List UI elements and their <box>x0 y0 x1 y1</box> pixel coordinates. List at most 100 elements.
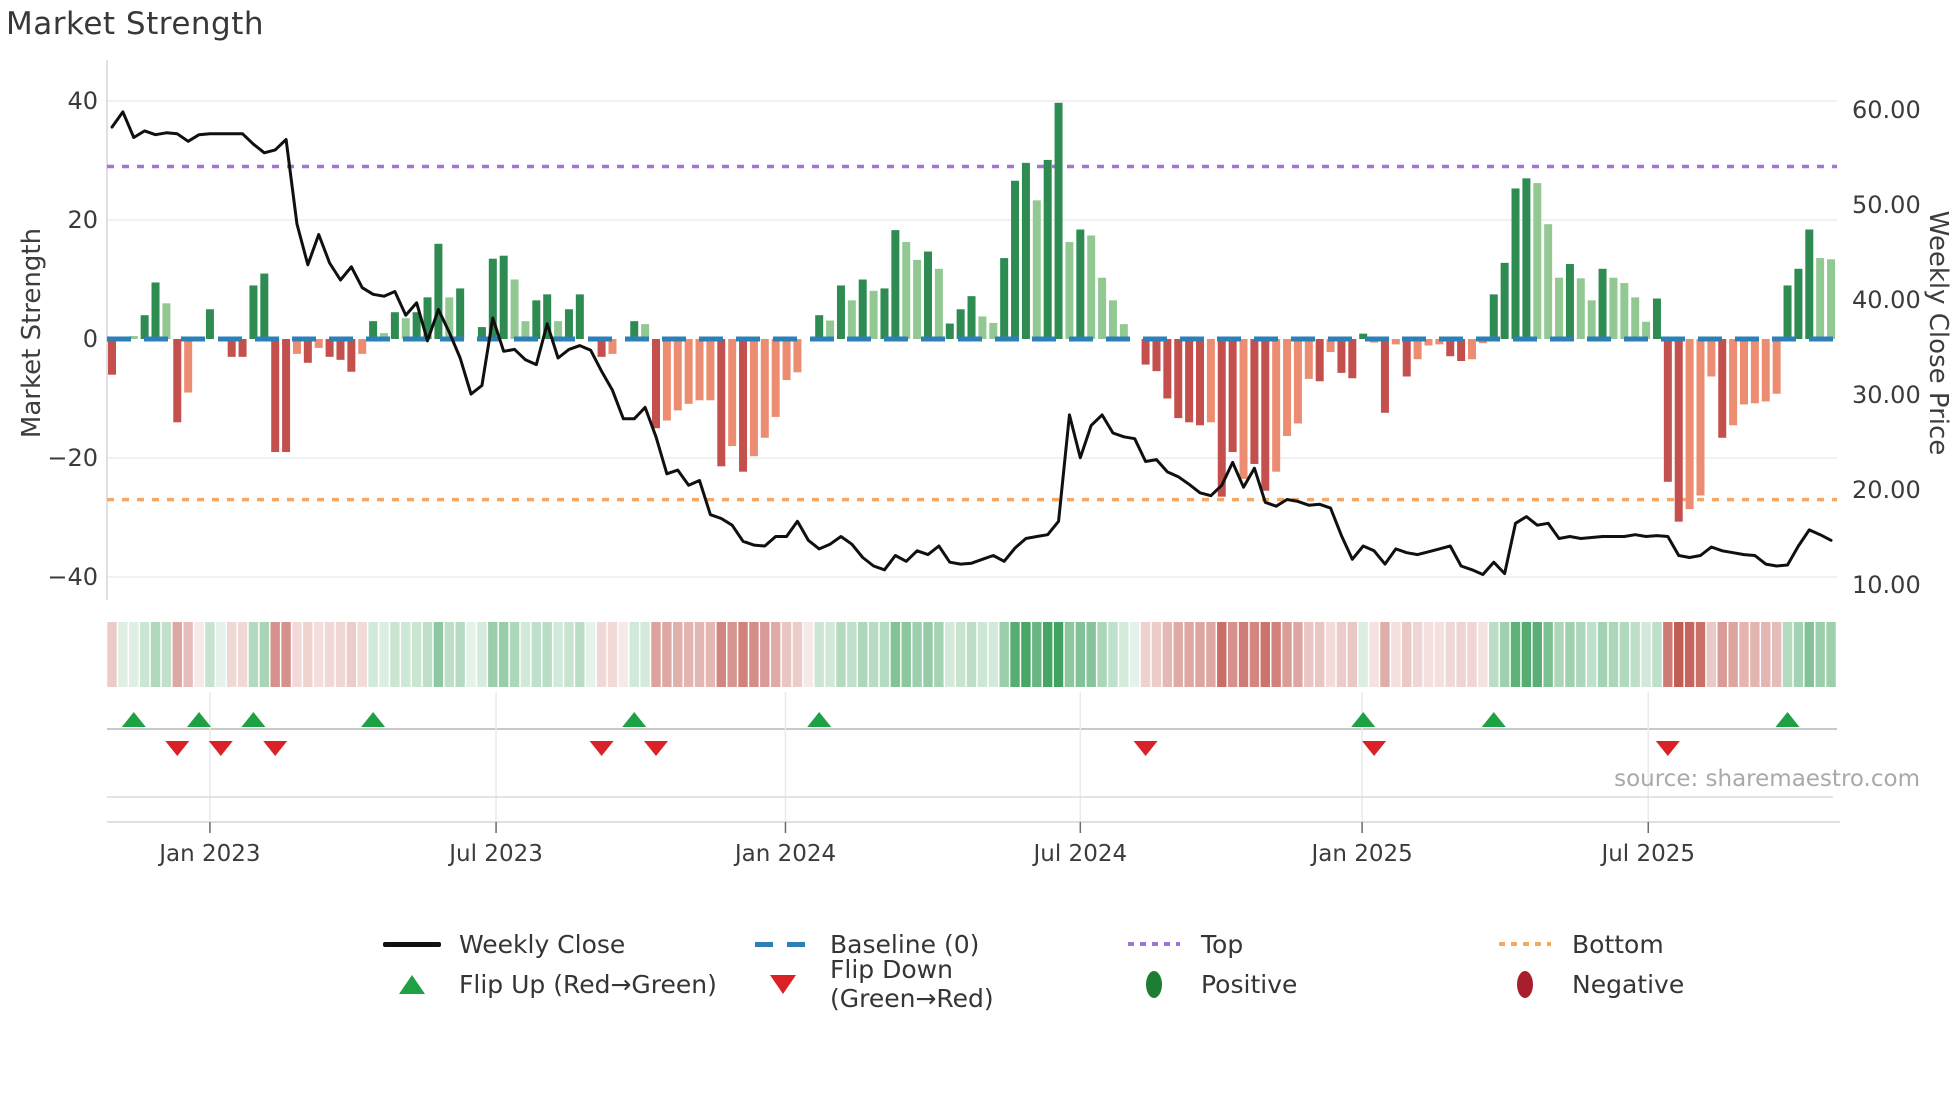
heatmap-cell <box>1260 622 1270 687</box>
heatmap-cell <box>477 622 487 687</box>
strength-bar <box>924 251 932 339</box>
legend-label-flip-down: Flip Down (Green→Red) <box>830 955 994 1013</box>
heatmap-cell <box>466 622 476 687</box>
strength-bar <box>554 321 563 339</box>
strength-bar <box>1620 283 1629 339</box>
strength-bar <box>662 339 671 421</box>
flip-down-triangle-icon <box>752 974 814 994</box>
flip-down-icon <box>1362 741 1387 756</box>
left-tick-label: −20 <box>47 444 98 472</box>
heatmap-cell <box>498 622 509 687</box>
strength-bar <box>249 285 258 339</box>
heatmap-cell <box>966 622 977 687</box>
strength-bar <box>597 339 606 357</box>
strength-bar <box>227 339 236 357</box>
left-tick-label: −40 <box>47 563 98 591</box>
right-tick-label: 60.00 <box>1852 96 1921 124</box>
heatmap-cell <box>1499 622 1510 687</box>
flip-up-icon <box>1481 712 1506 727</box>
strength-bar <box>1598 268 1607 339</box>
strength-bar <box>826 320 835 339</box>
baseline-dash-icon <box>752 941 814 947</box>
heatmap-cell <box>596 622 607 687</box>
heatmap-cell <box>1608 622 1619 687</box>
heatmap-cell <box>183 622 193 687</box>
strength-bar <box>1500 262 1509 339</box>
strength-bar <box>1413 339 1422 360</box>
heatmap-cell <box>1750 622 1760 687</box>
strength-bar <box>728 339 737 447</box>
heatmap-cell <box>640 622 650 687</box>
legend-item-flip-up: Flip Up (Red→Green) <box>381 970 752 999</box>
date-tick-label: Jul 2025 <box>1599 841 1695 867</box>
legend-label-flip-up: Flip Up (Red→Green) <box>459 969 717 999</box>
strength-bar <box>847 300 856 339</box>
heatmap-cell <box>1554 622 1564 687</box>
heatmap-cell <box>553 622 563 687</box>
strength-bar <box>913 259 922 339</box>
right-tick-label: 10.00 <box>1852 571 1921 599</box>
strength-bar <box>1468 339 1476 360</box>
heatmap-cell <box>858 622 868 687</box>
strength-bar <box>510 279 519 339</box>
flip-up-icon <box>187 712 212 727</box>
flip-down-icon <box>263 741 288 756</box>
strength-bar <box>1718 339 1727 438</box>
heatmap-cell <box>770 622 781 687</box>
heatmap-cell <box>1445 622 1455 687</box>
heatmap-cell <box>607 622 618 687</box>
heatmap-cell <box>1521 622 1532 687</box>
strength-bar <box>1239 339 1248 479</box>
heatmap-cell <box>1489 622 1499 687</box>
strength-bar <box>1087 235 1096 339</box>
strength-bar <box>325 339 334 357</box>
strength-bar <box>1315 339 1324 382</box>
strength-bar <box>303 339 312 363</box>
flip-up-icon <box>1351 712 1376 727</box>
heatmap-cell <box>999 622 1009 687</box>
strength-bar <box>347 339 356 372</box>
strength-bar <box>1631 297 1640 339</box>
heatmap-cell <box>1739 622 1749 687</box>
heatmap-cell <box>1042 622 1053 687</box>
heatmap-cell <box>422 622 433 687</box>
heatmap-cell <box>727 622 737 687</box>
heatmap-cell <box>335 622 346 687</box>
heatmap-cell <box>1140 622 1151 687</box>
strength-bar <box>1511 188 1520 339</box>
strength-bar <box>1011 180 1020 339</box>
strength-bar <box>564 309 573 339</box>
heatmap-cell <box>1391 622 1401 687</box>
strength-bar <box>739 339 748 472</box>
strength-bar <box>1000 258 1009 339</box>
heatmap-cell <box>934 622 944 687</box>
heatmap-cell <box>1663 622 1673 687</box>
heatmap-cell <box>673 622 683 687</box>
heatmap-cell <box>1369 622 1379 687</box>
heatmap-cell <box>705 622 716 687</box>
strength-bar <box>1337 339 1346 373</box>
heatmap-cell <box>1597 622 1608 687</box>
flip-down-icon <box>1133 741 1158 756</box>
legend-label-top: Top <box>1201 929 1244 959</box>
heatmap-cell <box>1336 622 1347 687</box>
flip-down-icon <box>1655 741 1680 756</box>
heatmap-cell <box>1380 622 1390 687</box>
strength-bar <box>1228 339 1237 453</box>
heatmap-cell <box>945 622 955 687</box>
heatmap-cell <box>825 622 835 687</box>
heatmap-cell <box>618 622 629 687</box>
heatmap-cell <box>694 622 705 687</box>
heatmap-cell <box>1010 622 1020 687</box>
heatmap-cell <box>988 622 998 687</box>
strength-bar <box>1783 285 1792 339</box>
strength-bar <box>1098 277 1107 339</box>
strength-bar <box>902 242 911 339</box>
heatmap-cell <box>1423 622 1434 687</box>
heatmap-cell <box>1293 622 1303 687</box>
flip-down-icon <box>589 741 614 756</box>
strength-bar <box>184 339 193 393</box>
strength-bar <box>1065 242 1074 339</box>
strength-bar <box>1794 268 1803 339</box>
strength-bar <box>358 339 367 354</box>
